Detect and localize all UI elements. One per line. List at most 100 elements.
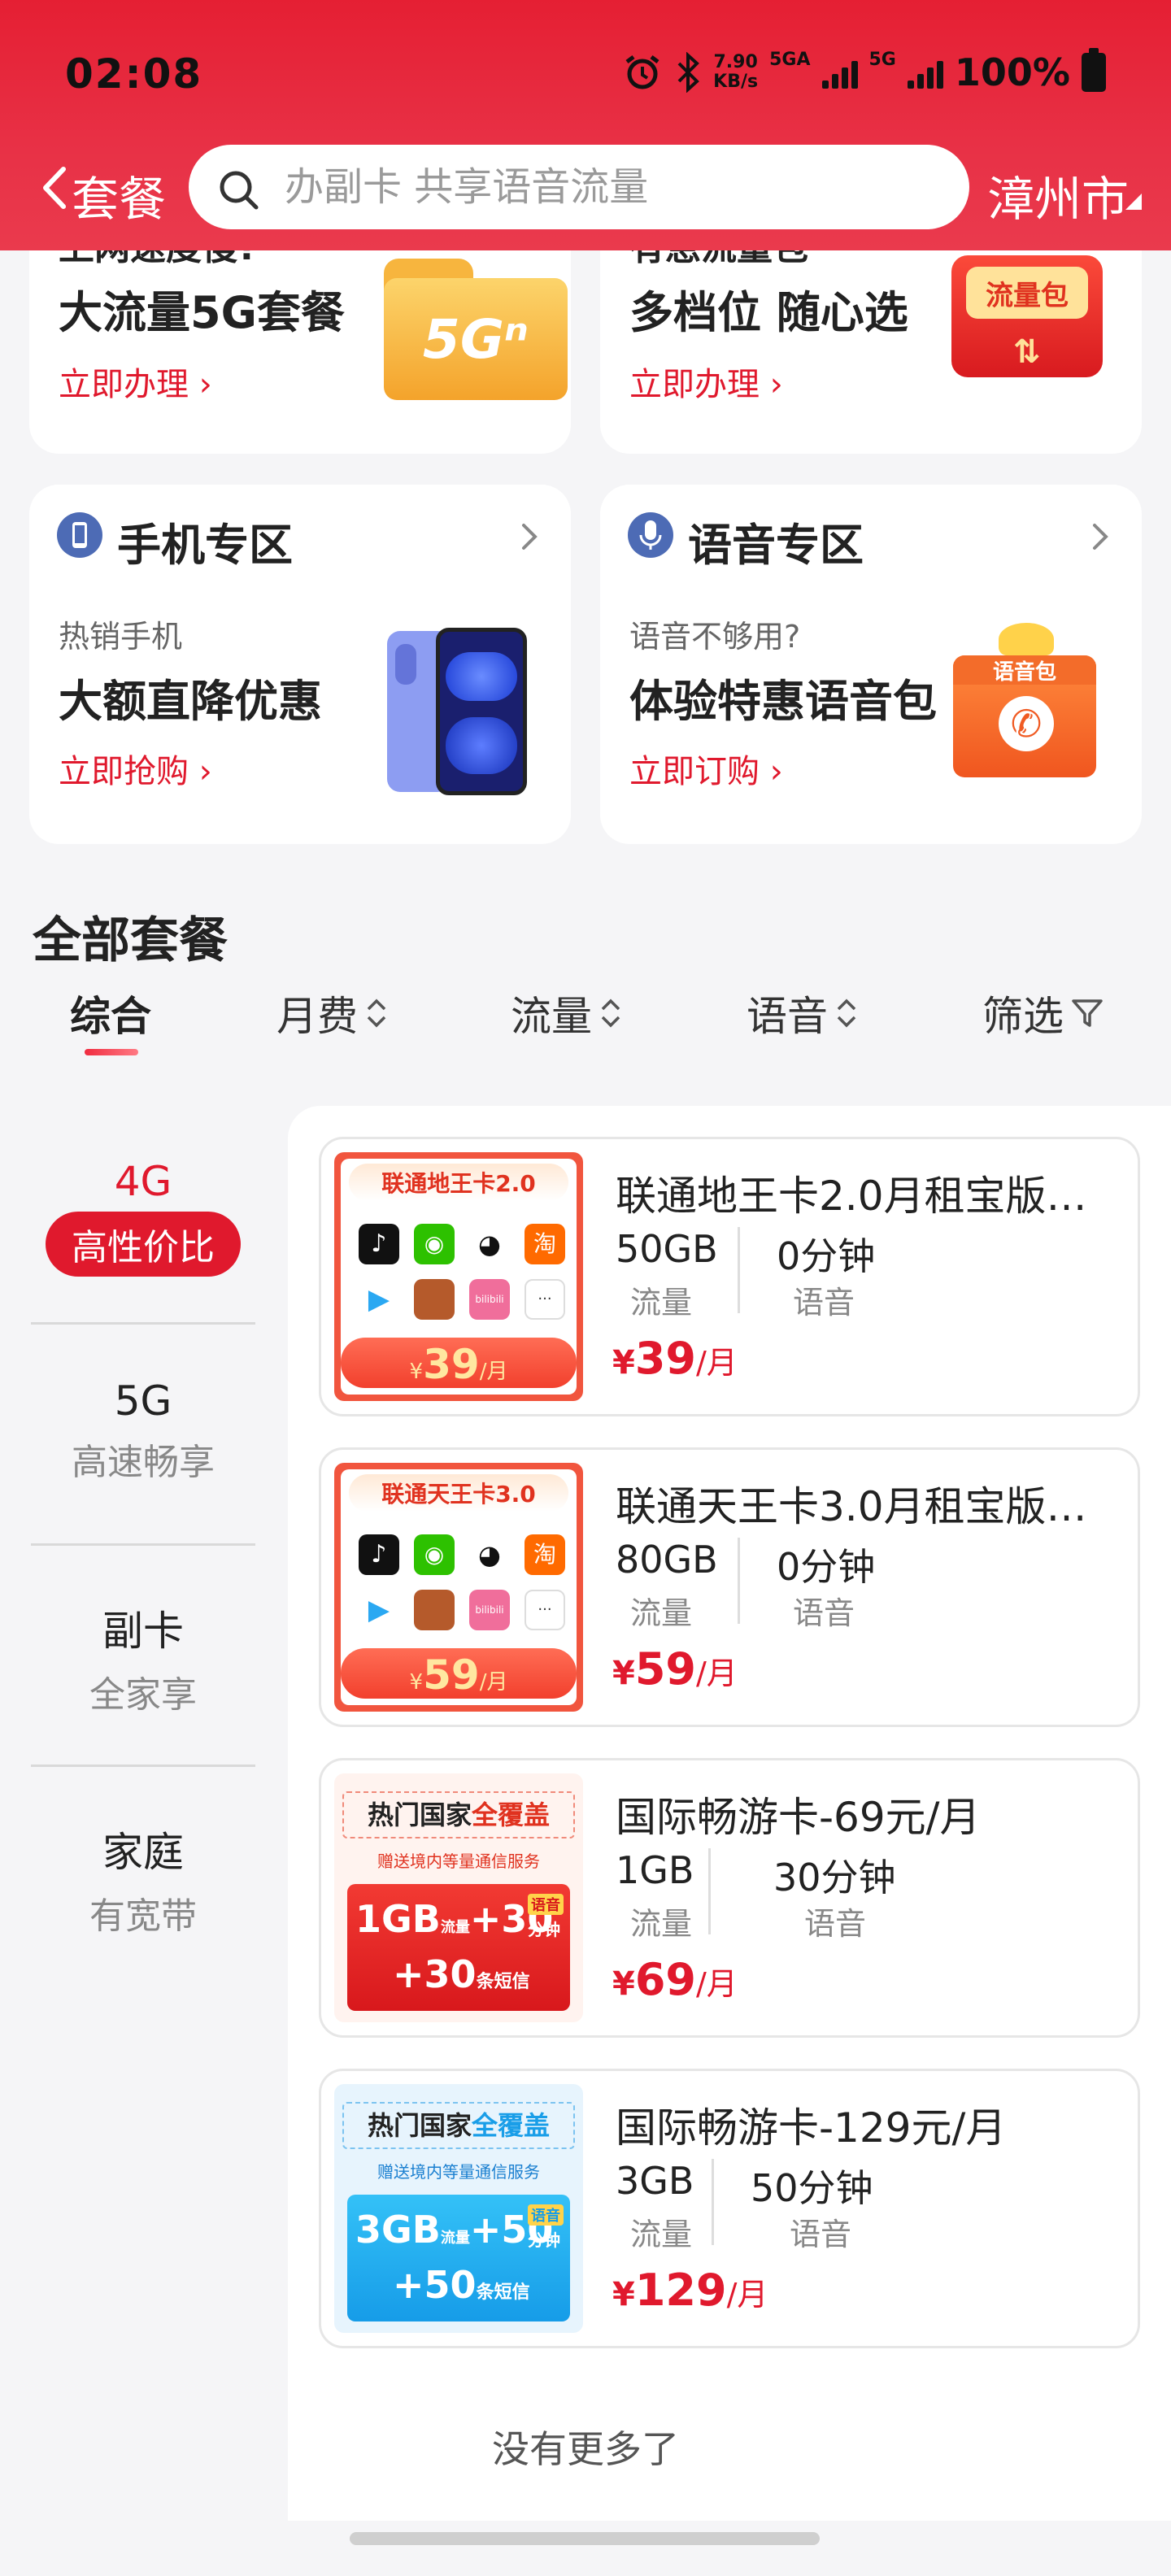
filter-monthly-fee[interactable]: 月费	[276, 984, 389, 1042]
tencent-video-icon: ▶	[359, 1590, 399, 1630]
promo-card-phones[interactable]: 手机专区 热销手机 大额直降优惠 立即抢购 ›	[29, 485, 571, 844]
voice-gift-icon: 语音包 ✆	[953, 623, 1099, 777]
tencent-video-icon: ▶	[359, 1279, 399, 1320]
plan-data-amount: 80GB	[616, 1538, 718, 1582]
plan-voice-amount: 30分钟	[773, 1856, 896, 1899]
sort-icon	[601, 999, 620, 1028]
sort-icon	[367, 999, 386, 1028]
game-icon	[414, 1279, 455, 1320]
active-filter-underline	[85, 1049, 138, 1055]
taobao-icon: 淘	[525, 1534, 565, 1575]
category-secondary-card[interactable]: 副卡 全家享	[31, 1599, 255, 1717]
plan-price: ¥59/月	[612, 1643, 738, 1695]
funnel-icon	[1072, 999, 1103, 1027]
category-4g[interactable]: 4G 高性价比	[31, 1158, 255, 1277]
plan-voice-label: 语音	[790, 2217, 852, 2252]
sort-filter-bar: 综合 月费 流量 语音 筛选	[0, 984, 1171, 1049]
bilibili-icon: bilibili	[469, 1279, 510, 1320]
battery-icon	[1082, 48, 1106, 92]
signal-5g-label: 5G	[868, 50, 896, 70]
plan-card[interactable]: 热门国家全覆盖 赠送境内等量通信服务 1GB流量+30 语音 分钟 +30条短信…	[319, 1758, 1140, 2038]
promo-title: 手机专区	[117, 520, 293, 571]
nav-bar: 套餐 漳州市	[0, 143, 1171, 233]
category-family[interactable]: 家庭 有宽带	[31, 1820, 255, 1939]
search-bar[interactable]	[189, 145, 969, 229]
filter-comprehensive[interactable]: 综合	[70, 984, 151, 1042]
bilibili-icon: bilibili	[469, 1590, 510, 1630]
more-apps-icon: ···	[525, 1279, 565, 1320]
plan-price: ¥129/月	[612, 2265, 768, 2316]
search-icon	[220, 171, 259, 210]
signal-5g-icon	[907, 56, 943, 89]
plan-price: ¥69/月	[612, 1954, 738, 2005]
plan-thumbnail: 联通天王卡3.0 ♪ ◉ ◕ 淘 ▶ bilibili ··· ¥59/月	[334, 1463, 583, 1712]
alarm-icon	[625, 55, 660, 89]
status-time: 02:08	[65, 50, 203, 98]
category-divider	[31, 1543, 255, 1546]
qq-icon: ◕	[469, 1534, 510, 1575]
plan-name: 国际畅游卡-129元/月	[616, 2104, 1007, 2152]
game-icon	[414, 1590, 455, 1630]
category-divider	[31, 1322, 255, 1325]
filter-screen[interactable]: 筛选	[982, 984, 1104, 1042]
battery-percent: 100%	[954, 50, 1070, 94]
city-dropdown-icon[interactable]	[1125, 194, 1142, 210]
plan-card[interactable]: 热门国家全覆盖 赠送境内等量通信服务 3GB流量+50 语音 分钟 +50条短信…	[319, 2069, 1140, 2348]
plan-voice-label: 语音	[793, 1595, 855, 1631]
plan-separator	[738, 1227, 740, 1313]
promo-cta-link[interactable]: 立即办理 ›	[629, 358, 783, 405]
filter-data[interactable]: 流量	[511, 984, 623, 1042]
promo-cta-link[interactable]: 立即办理 ›	[59, 358, 212, 405]
plan-thumbnail: 热门国家全覆盖 赠送境内等量通信服务 1GB流量+30 语音 分钟 +30条短信	[334, 1773, 583, 2022]
plan-data-label: 流量	[630, 2217, 693, 2252]
home-indicator[interactable]	[350, 2532, 820, 2545]
bluetooth-icon	[677, 52, 700, 93]
sort-icon	[837, 999, 856, 1028]
promo-subtitle: 热销手机	[59, 619, 183, 655]
wechat-icon: ◉	[414, 1534, 455, 1575]
filter-voice[interactable]: 语音	[747, 984, 859, 1042]
promo-main-text: 体验特惠语音包	[629, 676, 937, 727]
promo-cta-link[interactable]: 立即订购 ›	[629, 745, 783, 792]
tiktok-icon: ♪	[359, 1224, 399, 1264]
plan-name: 联通地王卡2.0月租宝版（...	[616, 1173, 1120, 1220]
signal-5ga-label: 5GA	[769, 50, 811, 70]
page-title: 套餐	[72, 172, 167, 227]
plan-thumbnail: 热门国家全覆盖 赠送境内等量通信服务 3GB流量+50 语音 分钟 +50条短信	[334, 2084, 583, 2333]
category-5g[interactable]: 5G 高速畅享	[31, 1377, 255, 1485]
plan-thumbnail: 联通地王卡2.0 ♪ ◉ ◕ 淘 ▶ bilibili ··· ¥39/月	[334, 1152, 583, 1401]
promo-cta-link[interactable]: 立即抢购 ›	[59, 745, 212, 792]
plan-separator	[708, 1848, 711, 1934]
status-icons: 7.90 KB/s 5GA 5G 100%	[622, 48, 1106, 94]
plan-data-label: 流量	[630, 1906, 693, 1942]
category-divider	[31, 1764, 255, 1767]
plan-separator	[738, 1538, 740, 1624]
search-input[interactable]	[285, 159, 935, 215]
list-end-text: 没有更多了	[492, 2427, 679, 2471]
plan-name: 联通天王卡3.0月租宝版（...	[616, 1483, 1120, 1530]
chevron-right-icon[interactable]	[514, 522, 543, 551]
5g-folder-icon: 5Gⁿ	[384, 259, 571, 405]
section-title-all-packages: 全部套餐	[33, 912, 228, 969]
plan-voice-label: 语音	[793, 1285, 855, 1321]
plan-voice-amount: 0分钟	[777, 1545, 876, 1589]
net-speed: 7.90 KB/s	[713, 52, 759, 92]
wechat-icon: ◉	[414, 1224, 455, 1264]
plan-data-amount: 1GB	[616, 1848, 694, 1892]
smartphone-image	[387, 628, 527, 797]
plan-separator	[712, 2159, 714, 2245]
chevron-right-icon[interactable]	[1085, 522, 1114, 551]
plan-name: 国际畅游卡-69元/月	[616, 1794, 981, 1841]
data-pack-icon: 流量包 ⇅	[951, 255, 1106, 385]
promo-title: 语音专区	[688, 520, 864, 571]
plan-card[interactable]: 联通地王卡2.0 ♪ ◉ ◕ 淘 ▶ bilibili ··· ¥39/月 联通…	[319, 1137, 1140, 1416]
promo-main-text: 多档位 随心选	[629, 287, 908, 338]
promo-card-voice[interactable]: 语音专区 语音不够用? 体验特惠语音包 立即订购 › 语音包 ✆	[600, 485, 1142, 844]
taobao-icon: 淘	[525, 1224, 565, 1264]
plan-card[interactable]: 联通天王卡3.0 ♪ ◉ ◕ 淘 ▶ bilibili ··· ¥59/月 联通…	[319, 1447, 1140, 1727]
city-selector[interactable]: 漳州市	[987, 161, 1129, 229]
more-apps-icon: ···	[525, 1590, 565, 1630]
qq-icon: ◕	[469, 1224, 510, 1264]
phone-icon	[57, 512, 102, 558]
status-bar: 02:08 7.90 KB/s 5GA 5G 100%	[0, 0, 1171, 146]
